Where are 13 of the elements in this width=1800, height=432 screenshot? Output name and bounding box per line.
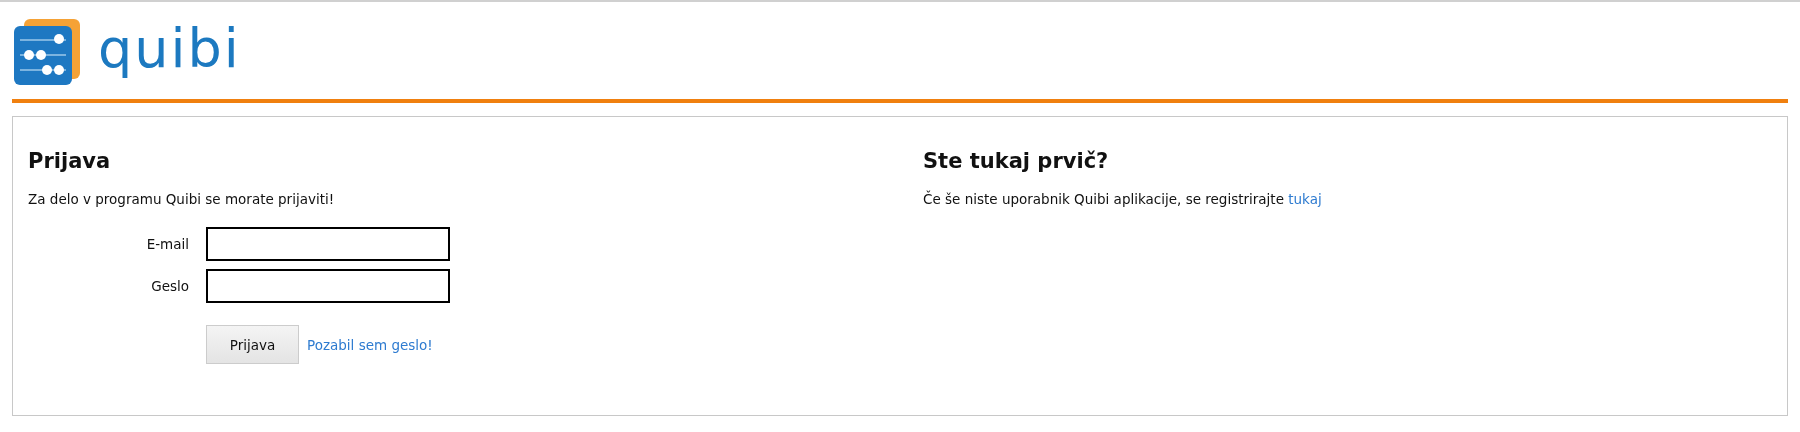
input-field[interactable] <box>206 227 450 261</box>
forgot-password-link[interactable]: Pozabil sem geslo! <box>307 336 433 353</box>
login-heading: Prijava <box>28 149 112 173</box>
register-heading: Ste tukaj prvič? <box>923 149 1110 173</box>
login-intro: Za delo v programu Quibi se morate prijaviti! <box>28 191 336 207</box>
input-field[interactable] <box>206 269 450 303</box>
logo-icon <box>14 19 80 85</box>
field-label: Geslo <box>150 278 190 294</box>
login-button[interactable]: Prijava <box>206 325 299 364</box>
logo-wordmark: quibi <box>98 22 241 76</box>
field-label: E-mail <box>145 236 190 252</box>
register-text: Če še niste uporabnik Quibi aplikacije, se registrirajte tukaj <box>923 191 1323 207</box>
register-link[interactable]: tukaj <box>1288 191 1322 207</box>
